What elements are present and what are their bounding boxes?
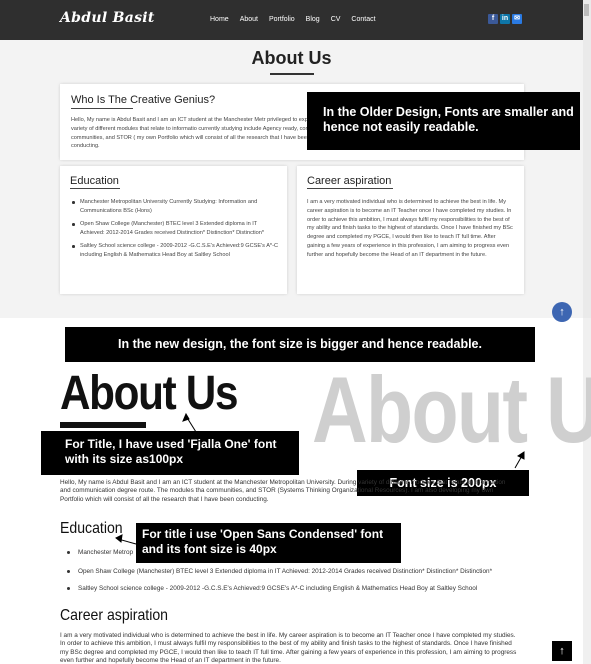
arrow-up-icon: ↑ (559, 306, 565, 318)
heading-underline (307, 188, 393, 189)
social-links: f in ✉ (488, 14, 522, 24)
list-item: Saltley School science college - 2009-20… (70, 242, 278, 259)
facebook-icon[interactable]: f (488, 14, 498, 24)
career-card: Career aspiration I am a very motivated … (297, 166, 524, 294)
intro-text: Hello, My name is Abdul Basit and I am a… (60, 479, 506, 503)
nav-blog[interactable]: Blog (306, 16, 320, 23)
education-list: Open Shaw College (Manchester) BTEC leve… (62, 568, 572, 575)
heading-font-note: For title i use 'Open Sans Condensed' fo… (136, 523, 401, 563)
site-logo[interactable]: Abdul Basit (60, 10, 155, 26)
list-item: Open Shaw College (Manchester) BTEC leve… (70, 220, 278, 237)
nav-portfolio[interactable]: Portfolio (269, 16, 295, 23)
scroll-top-button[interactable]: ↑ (552, 302, 572, 322)
nav-contact[interactable]: Contact (351, 16, 375, 23)
career-heading: Career aspiration (307, 175, 392, 187)
old-design-note: In the Older Design, Fonts are smaller a… (307, 92, 580, 150)
old-design-screenshot: Abdul Basit Home About Portfolio Blog CV… (0, 0, 583, 318)
education-list: Manchester Metropolitan University Curre… (70, 198, 278, 265)
scrollbar[interactable] (583, 0, 591, 318)
heading-underline (70, 188, 120, 189)
arrow-up-icon: ↑ (559, 645, 565, 657)
title-underline (270, 73, 314, 75)
navbar: Abdul Basit Home About Portfolio Blog CV… (0, 0, 583, 40)
education-list: Saltley School science college - 2009-20… (62, 585, 572, 592)
career-text: I am a very motivated individual who is … (307, 199, 513, 258)
education-card: Education Manchester Metropolitan Univer… (60, 166, 287, 294)
mail-icon[interactable]: ✉ (512, 14, 522, 24)
note-text: In the Older Design, Fonts are smaller a… (323, 105, 574, 134)
scroll-top-button[interactable]: ↑ (552, 641, 572, 661)
nav-menu: Home About Portfolio Blog CV Contact (210, 16, 376, 23)
list-item: Open Shaw College (Manchester) BTEC leve… (62, 568, 572, 575)
intro-text: Hello, My name is Abdul Basit and I am a… (71, 117, 331, 150)
intro-heading: Who Is The Creative Genius? (71, 94, 216, 106)
list-item: Saltley School science college - 2009-20… (62, 585, 572, 592)
list-item: Manchester Metropolitan University Curre… (70, 198, 278, 215)
linkedin-icon[interactable]: in (500, 14, 510, 24)
title-font-note: For Title, I have used 'Fjalla One' font… (41, 431, 299, 475)
nav-about[interactable]: About (240, 16, 258, 23)
nav-home[interactable]: Home (210, 16, 229, 23)
education-heading: Education (70, 175, 119, 187)
education-heading: Education (60, 520, 123, 537)
page-title: About Us (251, 48, 332, 68)
heading-underline (71, 108, 133, 109)
career-text: I am a very motivated individual who is … (60, 632, 517, 664)
note-text: For Title, I have used 'Fjalla One' font… (65, 437, 277, 466)
nav-cv[interactable]: CV (331, 16, 341, 23)
page-title: About Us (60, 367, 238, 420)
large-ghost-title: About Us (312, 357, 591, 462)
title-underline (60, 422, 146, 428)
list-item: Manchester Metrop (62, 549, 572, 556)
career-heading: Career aspiration (60, 607, 169, 624)
scrollbar-thumb[interactable] (584, 4, 589, 16)
education-list: Manchester Metrop (62, 549, 572, 556)
note-text: In the new design, the font size is bigg… (118, 337, 482, 351)
